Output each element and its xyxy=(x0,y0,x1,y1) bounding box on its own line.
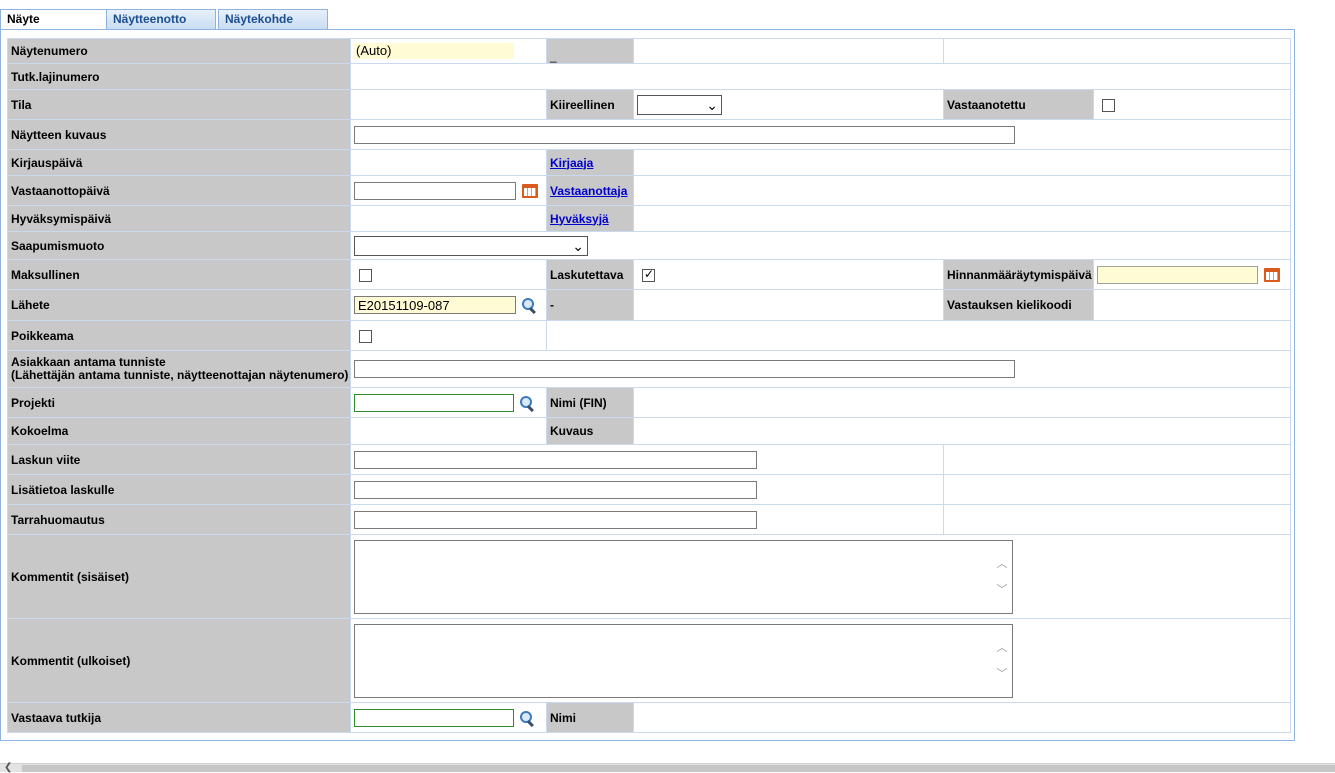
row-kuvaus: Näytteen kuvaus xyxy=(7,119,1291,150)
laskutettava-checkbox[interactable]: ✓ xyxy=(642,266,655,282)
laskun-viite-input[interactable] xyxy=(354,450,757,469)
kokoelma-label: Kokoelma xyxy=(7,417,351,445)
row-asiakas-tunniste: Asiakkaan antama tunniste (Lähettäjän an… xyxy=(7,350,1291,388)
nimi-label: Nimi xyxy=(546,702,634,733)
hyvaksyja-link[interactable]: Hyväksyjä xyxy=(550,212,609,226)
maksullinen-checkbox[interactable] xyxy=(359,268,372,282)
kielikoodi-label: Vastauksen kielikoodi xyxy=(943,289,1094,321)
search-icon[interactable] xyxy=(521,297,539,313)
tab-naytekohde[interactable]: Näytekohde xyxy=(218,9,328,29)
vastaanotettu-checkbox[interactable] xyxy=(1102,98,1115,112)
nimi-fin-label: Nimi (FIN) xyxy=(546,387,634,418)
vastaanottopaiva-label: Vastaanottopäivä xyxy=(7,175,351,206)
row-lahete: Lähete - Vastauksen kielikoodi xyxy=(7,289,1291,321)
asiakas-tunniste-input[interactable] xyxy=(354,360,1015,378)
naytenumero-extra: _ xyxy=(546,38,634,64)
sample-form: Näytenumero (Auto) _ Tutk.lajinumero Til… xyxy=(7,38,1291,733)
saapumismuoto-label: Saapumismuoto xyxy=(7,231,351,260)
kirjauspaiva-label: Kirjauspäivä xyxy=(7,149,351,176)
kiireellinen-label: Kiireellinen xyxy=(546,89,634,120)
form-panel: Näytenumero (Auto) _ Tutk.lajinumero Til… xyxy=(0,29,1295,741)
kuvaus-label: Näytteen kuvaus xyxy=(7,119,351,150)
scroll-left-icon[interactable]: ❮ xyxy=(4,762,12,773)
lahete-label: Lähete xyxy=(7,289,351,321)
kommentit-ulkoiset-textarea[interactable]: ︿ ﹀ xyxy=(354,623,1013,698)
vastaanotettu-label: Vastaanotettu xyxy=(943,89,1094,120)
lahete-input[interactable] xyxy=(354,296,516,314)
lisatietoa-label: Lisätietoa laskulle xyxy=(7,474,351,505)
scroll-up-icon[interactable]: ︿ xyxy=(995,555,1009,571)
tutk-lajinumero-label: Tutk.lajinumero xyxy=(7,63,351,90)
projekti-input[interactable] xyxy=(354,393,514,412)
chevron-down-icon: ⌄ xyxy=(572,237,584,254)
hinnanmaaraytymispaiva-label: Hinnanmääräytymispäivä xyxy=(943,259,1094,290)
row-saapumismuoto: Saapumismuoto ⌄ xyxy=(7,231,1291,260)
row-kommentit-ulkoiset: Kommentit (ulkoiset) ︿ ﹀ xyxy=(7,618,1291,703)
kommentit-ulkoiset-label: Kommentit (ulkoiset) xyxy=(7,618,351,703)
lahete-extra: - xyxy=(546,289,634,321)
tab-naytteenotto[interactable]: Näytteenotto xyxy=(106,9,216,29)
tarrahuomautus-input[interactable] xyxy=(354,510,757,529)
tarrahuomautus-label: Tarrahuomautus xyxy=(7,504,351,535)
scroll-down-icon[interactable]: ﹀ xyxy=(995,665,1009,681)
kirjaaja-link[interactable]: Kirjaaja xyxy=(550,156,593,170)
maksullinen-label: Maksullinen xyxy=(7,259,351,290)
projekti-label: Projekti xyxy=(7,387,351,418)
search-icon[interactable] xyxy=(519,395,537,411)
calendar-icon[interactable] xyxy=(522,183,538,198)
saapumismuoto-select[interactable]: ⌄ xyxy=(354,235,588,256)
row-kirjauspaiva: Kirjauspäivä Kirjaaja xyxy=(7,149,1291,176)
lisatietoa-input[interactable] xyxy=(354,480,757,499)
laskun-viite-label: Laskun viite xyxy=(7,444,351,475)
calendar-icon[interactable] xyxy=(1264,267,1280,282)
laskutettava-label: Laskutettava xyxy=(546,259,634,290)
tila-label: Tila xyxy=(7,89,351,120)
row-hyvaksymispaiva: Hyväksymispäivä Hyväksyjä xyxy=(7,205,1291,232)
hinnanmaaraytymispaiva-input[interactable] xyxy=(1097,265,1258,284)
asiakas-tunniste-sublabel: (Lähettäjän antama tunniste, näytteenott… xyxy=(11,368,349,382)
vastaanottopaiva-input[interactable] xyxy=(354,181,516,200)
row-tarrahuomautus: Tarrahuomautus xyxy=(7,504,1291,535)
tab-nayte[interactable]: Näyte xyxy=(0,9,107,30)
poikkeama-label: Poikkeama xyxy=(7,320,351,351)
vastaava-tutkija-label: Vastaava tutkija xyxy=(7,702,351,733)
search-icon[interactable] xyxy=(519,710,537,726)
row-naytenumero: Näytenumero (Auto) _ xyxy=(7,38,1291,64)
naytenumero-label: Näytenumero xyxy=(7,38,351,64)
row-vastaanottopaiva: Vastaanottopäivä Vastaanottaja xyxy=(7,175,1291,206)
scroll-up-icon[interactable]: ︿ xyxy=(995,639,1009,655)
naytenumero-value: (Auto) xyxy=(354,43,514,59)
kuvaus2-label: Kuvaus xyxy=(546,417,634,445)
row-kokoelma: Kokoelma Kuvaus xyxy=(7,417,1291,445)
kiireellinen-select[interactable]: ⌄ xyxy=(637,94,722,115)
row-projekti: Projekti Nimi (FIN) xyxy=(7,387,1291,418)
row-poikkeama: Poikkeama xyxy=(7,320,1291,351)
row-laskun-viite: Laskun viite xyxy=(7,444,1291,475)
chevron-down-icon: ⌄ xyxy=(706,96,718,113)
row-vastaava-tutkija: Vastaava tutkija Nimi xyxy=(7,702,1291,733)
row-maksullinen: Maksullinen Laskutettava ✓ Hinnanmääräyt… xyxy=(7,259,1291,290)
poikkeama-checkbox[interactable] xyxy=(359,329,372,343)
row-lisatietoa: Lisätietoa laskulle xyxy=(7,474,1291,505)
kommentit-sisaiset-textarea[interactable]: ︿ ﹀ xyxy=(354,539,1013,614)
row-tutk-lajinumero: Tutk.lajinumero xyxy=(7,63,1291,90)
row-kommentit-sisaiset: Kommentit (sisäiset) ︿ ﹀ xyxy=(7,534,1291,619)
vastaanottaja-link[interactable]: Vastaanottaja xyxy=(550,184,627,198)
vastaava-tutkija-input[interactable] xyxy=(354,708,514,727)
kommentit-sisaiset-label: Kommentit (sisäiset) xyxy=(7,534,351,619)
checkmark-icon: ✓ xyxy=(644,266,655,281)
row-tila: Tila Kiireellinen ⌄ Vastaanotettu xyxy=(7,89,1291,120)
hyvaksymispaiva-label: Hyväksymispäivä xyxy=(7,205,351,232)
scroll-down-icon[interactable]: ﹀ xyxy=(995,581,1009,597)
kuvaus-input[interactable] xyxy=(354,125,1015,144)
